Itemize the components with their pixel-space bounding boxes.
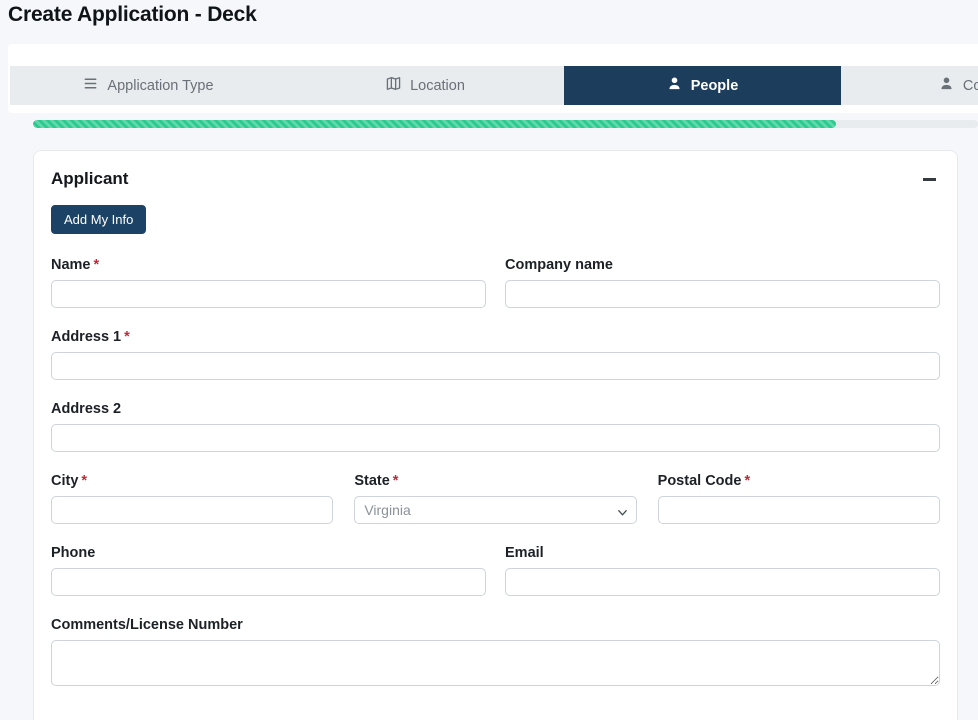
comments-field-group: Comments/License Number bbox=[51, 616, 940, 691]
person-icon bbox=[939, 76, 954, 95]
tab-label: Application Type bbox=[107, 78, 213, 94]
address1-label: Address 1* bbox=[51, 328, 940, 346]
name-input[interactable] bbox=[51, 280, 486, 308]
add-my-info-button[interactable]: Add My Info bbox=[51, 205, 146, 234]
city-field-group: City* bbox=[51, 472, 333, 524]
phone-input[interactable] bbox=[51, 568, 486, 596]
state-select[interactable]: Virginia bbox=[354, 496, 636, 524]
progress-fill bbox=[33, 120, 836, 128]
tab-contacts[interactable]: Contacts bbox=[841, 66, 978, 105]
required-asterisk: * bbox=[744, 473, 750, 489]
required-asterisk: * bbox=[94, 257, 100, 273]
required-asterisk: * bbox=[393, 473, 399, 489]
postal-code-field-group: Postal Code* bbox=[658, 472, 940, 524]
city-input[interactable] bbox=[51, 496, 333, 524]
state-label: State* bbox=[354, 472, 636, 490]
address2-field-group: Address 2 bbox=[51, 400, 940, 452]
comments-textarea[interactable] bbox=[51, 640, 940, 686]
comments-label: Comments/License Number bbox=[51, 616, 940, 634]
address1-input[interactable] bbox=[51, 352, 940, 380]
address2-label: Address 2 bbox=[51, 400, 940, 418]
required-asterisk: * bbox=[124, 329, 130, 345]
tab-label: People bbox=[691, 78, 739, 94]
progress-bar bbox=[33, 120, 978, 128]
phone-label: Phone bbox=[51, 544, 486, 562]
list-icon bbox=[83, 76, 98, 95]
page-title: Create Application - Deck bbox=[8, 3, 257, 27]
company-field-group: Company name bbox=[505, 256, 940, 308]
name-label: Name* bbox=[51, 256, 486, 274]
email-input[interactable] bbox=[505, 568, 940, 596]
phone-field-group: Phone bbox=[51, 544, 486, 596]
required-asterisk: * bbox=[81, 473, 87, 489]
city-label: City* bbox=[51, 472, 333, 490]
company-name-label: Company name bbox=[505, 256, 940, 274]
applicant-card: Applicant Add My Info Name* Company name… bbox=[33, 150, 958, 720]
company-name-input[interactable] bbox=[505, 280, 940, 308]
tab-location[interactable]: Location bbox=[287, 66, 564, 105]
state-field-group: State* Virginia bbox=[354, 472, 636, 524]
applicant-heading: Applicant bbox=[51, 169, 128, 189]
minus-icon bbox=[923, 178, 936, 181]
postal-code-label: Postal Code* bbox=[658, 472, 940, 490]
wizard-tab-strip: Application Type Location People bbox=[10, 66, 978, 105]
address2-input[interactable] bbox=[51, 424, 940, 452]
tab-people[interactable]: People bbox=[564, 66, 841, 105]
person-icon bbox=[667, 76, 682, 95]
tab-label: Location bbox=[410, 78, 465, 94]
postal-code-input[interactable] bbox=[658, 496, 940, 524]
map-icon bbox=[386, 76, 401, 95]
collapse-section-button[interactable] bbox=[918, 170, 940, 188]
email-field-group: Email bbox=[505, 544, 940, 596]
tab-application-type[interactable]: Application Type bbox=[10, 66, 287, 105]
wizard-card: Application Type Location People bbox=[8, 44, 978, 113]
tab-label: Contacts bbox=[963, 78, 978, 94]
address1-field-group: Address 1* bbox=[51, 328, 940, 380]
email-label: Email bbox=[505, 544, 940, 562]
name-field-group: Name* bbox=[51, 256, 486, 308]
